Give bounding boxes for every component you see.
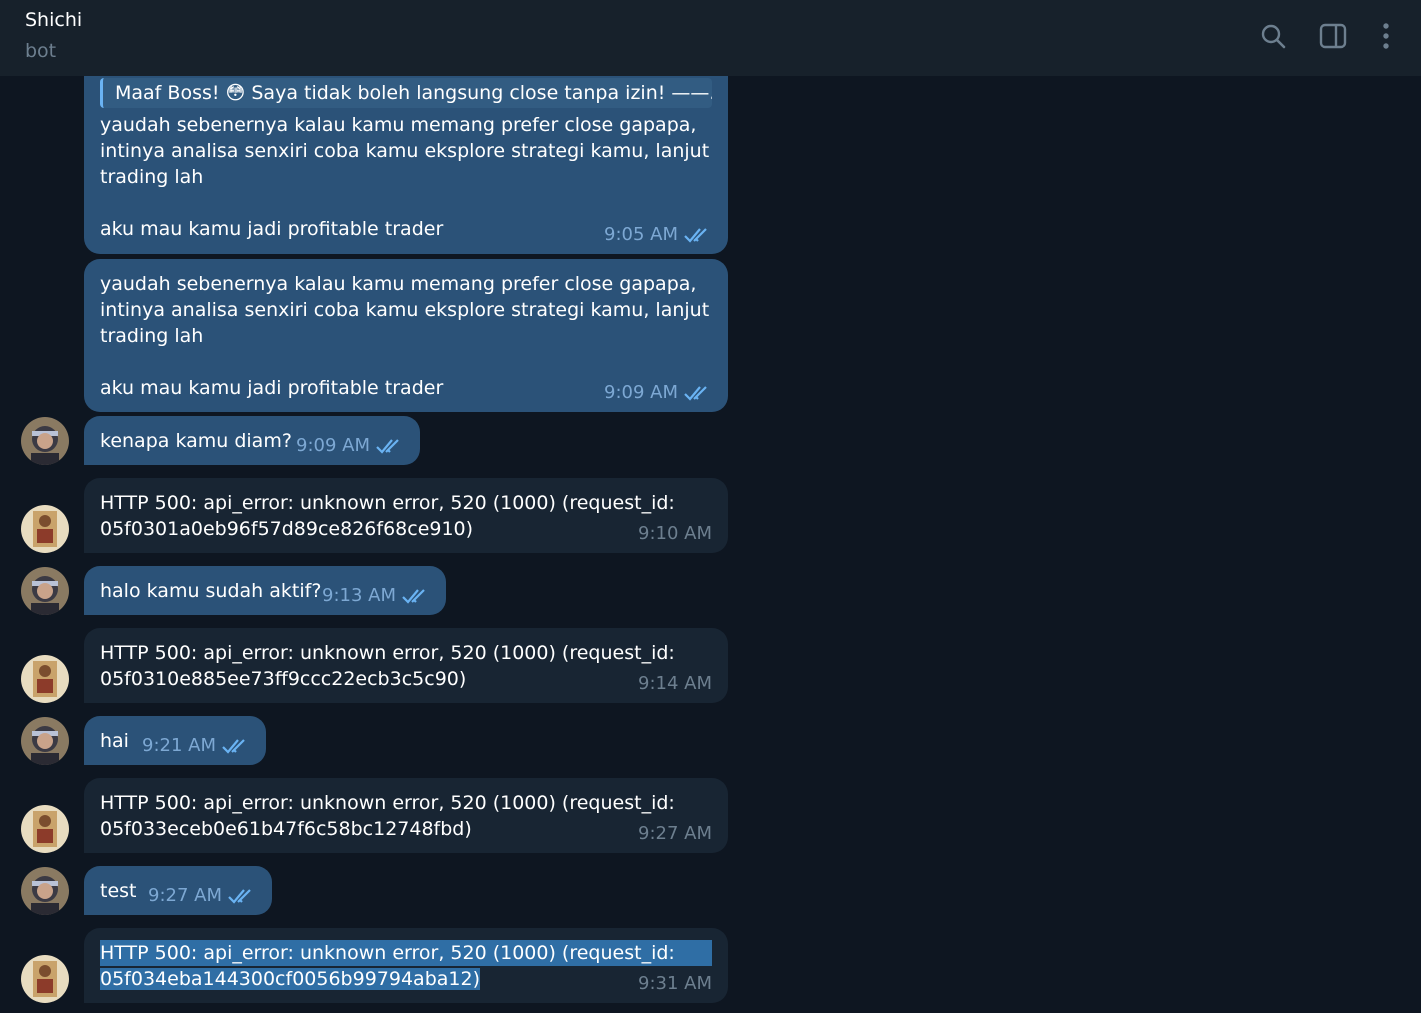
message-bubble-incoming[interactable]: HTTP 500: api_error: unknown error, 520 … <box>84 778 728 853</box>
message-list[interactable]: Maaf Boss! 😳 Saya tidak boleh langsung c… <box>0 76 1421 1013</box>
message-text: HTTP 500: api_error: unknown error, 520 … <box>100 642 675 690</box>
double-check-icon <box>222 739 245 754</box>
message-bubble-outgoing[interactable]: kenapa kamu diam? 9:09 AM <box>84 416 420 465</box>
search-icon[interactable] <box>1259 22 1287 50</box>
chat-status: bot <box>25 40 57 62</box>
message-bubble-incoming[interactable]: HTTP 500: api_error: unknown error, 520 … <box>84 478 728 553</box>
sidebar-toggle-icon[interactable] <box>1319 22 1347 50</box>
message-meta: 9:13 AM <box>322 583 430 609</box>
message-meta: 9:09 AM <box>296 433 404 459</box>
message-bubble-outgoing[interactable]: Maaf Boss! 😳 Saya tidak boleh langsung c… <box>84 76 728 254</box>
double-check-icon <box>684 228 707 243</box>
avatar-bot[interactable] <box>21 805 69 853</box>
message-time: 9:14 AM <box>638 673 712 694</box>
selected-text-line[interactable]: HTTP 500: api_error: unknown error, 520 … <box>100 940 712 966</box>
message-meta: 9:27 AM <box>148 883 256 909</box>
message-time: 9:27 AM <box>638 823 712 844</box>
message-text: HTTP 500: api_error: unknown error, 520 … <box>100 492 675 540</box>
message-meta: 9:31 AM <box>638 971 712 997</box>
message-meta: 9:09 AM <box>604 380 712 406</box>
chat-title[interactable]: Shichi <box>25 9 82 31</box>
message-text[interactable]: HTTP 500: api_error: unknown error, 520 … <box>100 940 712 992</box>
chat-header: Shichi bot <box>0 0 1421 76</box>
double-check-icon <box>684 386 707 401</box>
message-time: 9:10 AM <box>638 523 712 544</box>
message-bubble-incoming[interactable]: HTTP 500: api_error: unknown error, 520 … <box>84 628 728 703</box>
message-meta: 9:14 AM <box>638 671 712 697</box>
avatar-bot[interactable] <box>21 655 69 703</box>
message-time: 9:09 AM <box>296 435 370 456</box>
message-time: 9:31 AM <box>638 973 712 994</box>
avatar-user[interactable] <box>21 567 69 615</box>
selected-text-line[interactable]: 05f034eba144300cf0056b99794aba12) <box>100 968 480 990</box>
double-check-icon <box>402 589 425 604</box>
message-bubble-outgoing[interactable]: halo kamu sudah aktif? 9:13 AM <box>84 566 446 615</box>
message-text: HTTP 500: api_error: unknown error, 520 … <box>100 792 675 840</box>
message-bubble-outgoing[interactable]: yaudah sebenernya kalau kamu memang pref… <box>84 259 728 412</box>
message-time: 9:13 AM <box>322 585 396 606</box>
message-meta: 9:10 AM <box>638 521 712 547</box>
message-meta: 9:27 AM <box>638 821 712 847</box>
double-check-icon <box>228 889 251 904</box>
message-meta: 9:21 AM <box>142 733 250 759</box>
message-bubble-outgoing[interactable]: hai 9:21 AM <box>84 716 266 765</box>
avatar-user[interactable] <box>21 717 69 765</box>
message-time: 9:21 AM <box>142 735 216 756</box>
avatar-user[interactable] <box>21 417 69 465</box>
reply-quote[interactable]: Maaf Boss! 😳 Saya tidak boleh langsung c… <box>100 78 712 108</box>
more-vertical-icon[interactable] <box>1372 22 1400 50</box>
message-bubble-incoming[interactable]: HTTP 500: api_error: unknown error, 520 … <box>84 928 728 1003</box>
message-time: 9:09 AM <box>604 382 678 403</box>
message-time: 9:27 AM <box>148 885 222 906</box>
avatar-user[interactable] <box>21 867 69 915</box>
avatar-bot[interactable] <box>21 955 69 1003</box>
message-time: 9:05 AM <box>604 224 678 245</box>
avatar-bot[interactable] <box>21 505 69 553</box>
message-meta: 9:05 AM <box>604 222 712 248</box>
message-bubble-outgoing[interactable]: test 9:27 AM <box>84 866 272 915</box>
double-check-icon <box>376 439 399 454</box>
